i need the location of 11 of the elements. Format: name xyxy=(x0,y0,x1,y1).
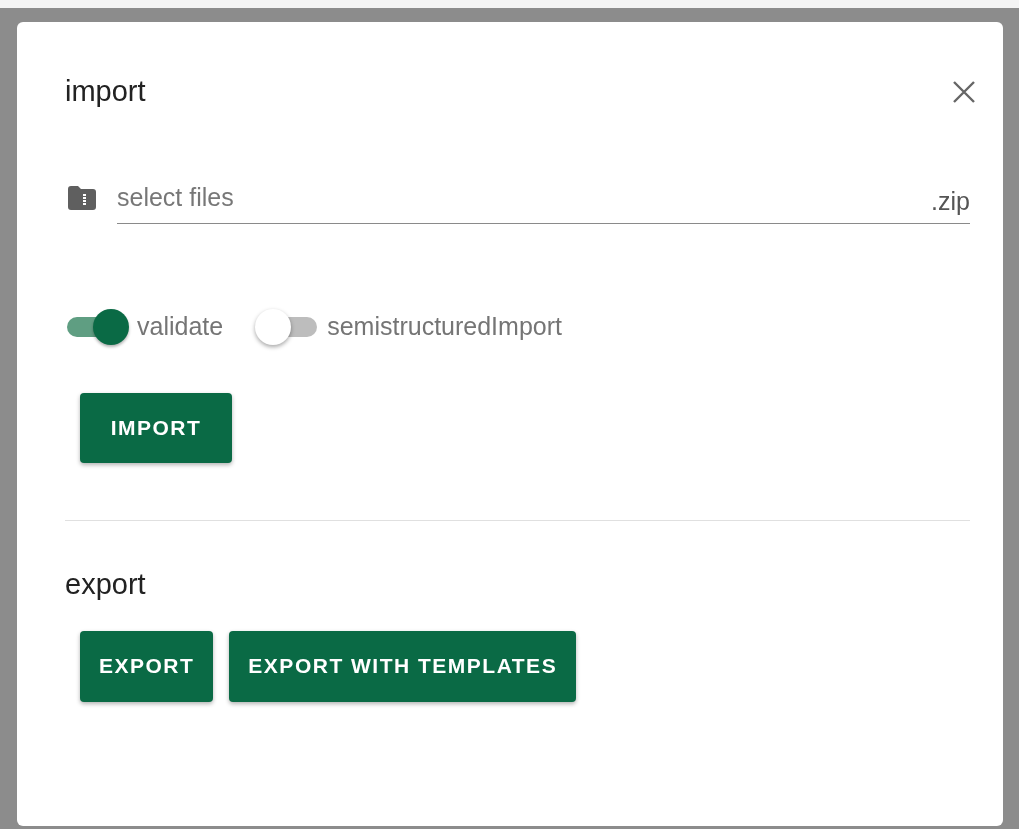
section-title: import xyxy=(65,74,146,110)
file-suffix: .zip xyxy=(931,186,970,217)
toggle-switch[interactable] xyxy=(65,308,129,345)
export-button[interactable]: EXPORT WITH TEMPLATES xyxy=(229,630,577,702)
switch-label: semistructuredImport xyxy=(327,311,562,342)
zip-folder-icon xyxy=(68,186,96,210)
switch-label: validate xyxy=(137,311,224,342)
export-button[interactable]: EXPORT xyxy=(80,630,214,702)
import-button[interactable]: IMPORT xyxy=(80,392,232,463)
close-icon[interactable] xyxy=(951,79,977,105)
section-title: export xyxy=(65,566,147,602)
